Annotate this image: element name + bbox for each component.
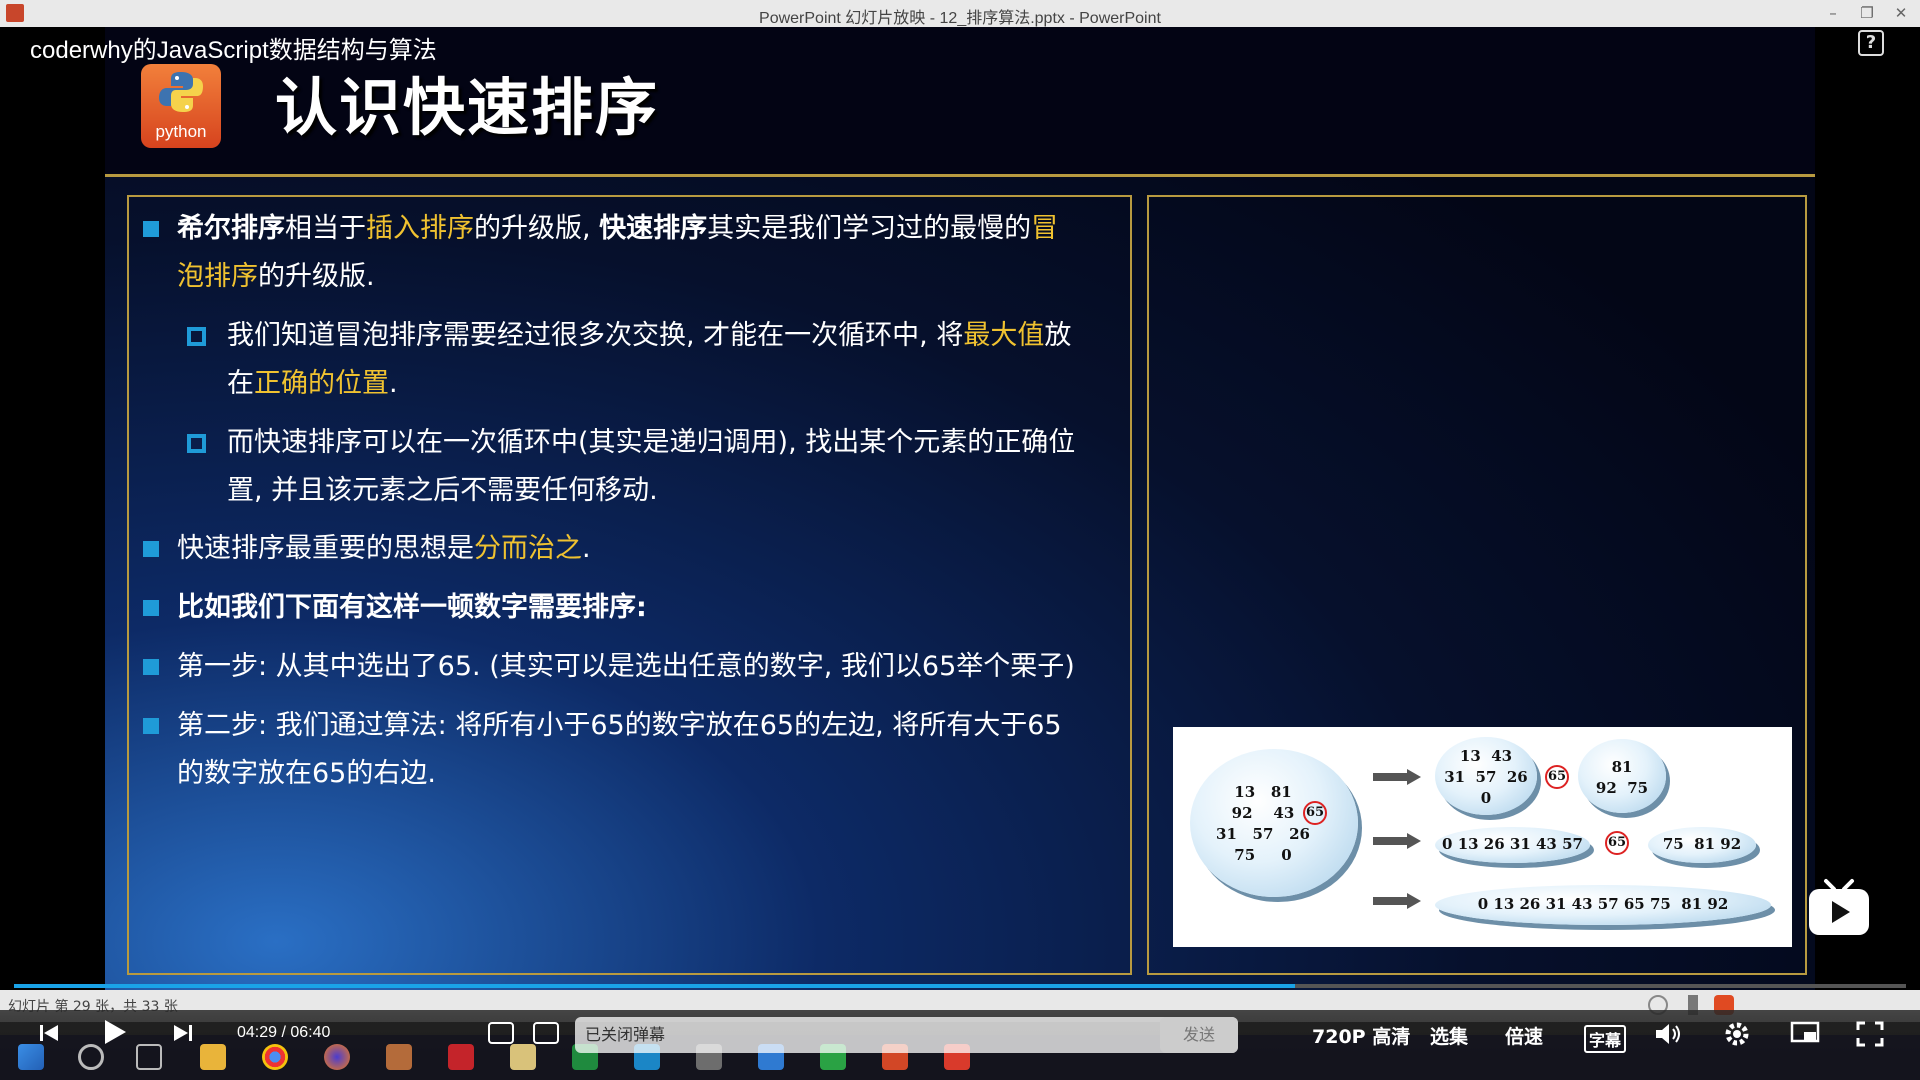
danmaku-settings-icon[interactable] — [533, 1022, 559, 1044]
python-logo-icon: python — [141, 64, 221, 148]
text: . — [582, 533, 591, 564]
pivot-circle: 65 — [1303, 801, 1327, 825]
video-progress-fill — [14, 984, 1295, 988]
window-titlebar: PowerPoint 幻灯片放映 - 12_排序算法.pptx - PowerP… — [0, 0, 1920, 27]
bullet-example: 比如我们下面有这样一顿数字需要排序: — [143, 584, 1122, 632]
chrome-icon[interactable] — [262, 1044, 288, 1070]
subbullet-bubble-sort: 我们知道冒泡排序需要经过很多次交换, 才能在一次循环中, 将最大值放在正确的位置… — [187, 312, 1127, 408]
text: 比如我们下面有这样一顿数字需要排序: — [177, 592, 647, 623]
text: 在 — [227, 368, 254, 399]
fullscreen-icon[interactable] — [1856, 1021, 1884, 1047]
bullet-marker-icon — [143, 221, 159, 237]
search-icon[interactable] — [78, 1044, 104, 1070]
subbullet-quick-sort: 而快速排序可以在一次循环中(其实是递归调用), 找出某个元素的正确位 置, 并且该… — [187, 419, 1127, 515]
initial-numbers: 13 81 92 43 31 57 26 75 0 — [1216, 783, 1310, 864]
highlight-correct-position: 正确的位置 — [254, 368, 389, 399]
arrow-icon — [1373, 833, 1421, 849]
text: 我们知道冒泡排序需要经过很多次交换, 才能在一次循环中, 将 — [227, 320, 964, 351]
bullet-marker-icon — [143, 600, 159, 616]
row3-numbers: 0 13 26 31 43 57 65 75 81 92 — [1477, 895, 1729, 913]
file-explorer-icon[interactable] — [200, 1044, 226, 1070]
firefox-icon[interactable] — [324, 1044, 350, 1070]
subbullet-marker-icon — [187, 327, 206, 346]
arrow-icon — [1373, 769, 1421, 785]
speed-button[interactable]: 倍速 — [1505, 1022, 1543, 1049]
course-title: coderwhy的JavaScript数据结构与算法 — [30, 37, 437, 64]
quicksort-diagram: 13 81 92 43 31 57 26 75 0 65 13 43 31 57… — [1173, 727, 1792, 947]
danmaku-input[interactable]: 已关闭弹幕 — [575, 1017, 1238, 1053]
bullet-marker-icon — [143, 659, 159, 675]
volume-icon[interactable] — [1654, 1021, 1682, 1047]
pivot-circle: 65 — [1605, 831, 1629, 855]
python-snake-icon — [159, 72, 203, 112]
row1-left-numbers: 13 43 31 57 26 0 — [1444, 747, 1528, 807]
header-divider — [105, 174, 1815, 177]
app-pen-icon[interactable] — [386, 1044, 412, 1070]
picture-in-picture-icon[interactable] — [1790, 1021, 1820, 1047]
text: 第一步: 从其中选出了65. (其实可以是选出任意的数字, 我们以65举个栗子) — [177, 651, 1075, 682]
text: 相当于 — [285, 213, 366, 244]
text: . — [389, 368, 398, 399]
slide-title: 认识快速排序 — [275, 71, 660, 144]
windows-start-icon[interactable] — [18, 1044, 44, 1070]
highlight-max-value: 最大值 — [963, 320, 1045, 351]
python-logo-text: python — [155, 122, 207, 141]
previous-icon[interactable] — [38, 1022, 60, 1044]
bullet-shell-vs-quick: 希尔排序相当于插入排序的升级版, 快速排序其实是我们学习过的最慢的冒泡排序的升级… — [143, 205, 1122, 301]
text: 的升级版. — [258, 261, 375, 292]
bullet-step-two: 第二步: 我们通过算法: 将所有小于65的数字放在65的左边, 将所有大于65 的… — [143, 702, 1122, 798]
bilibili-tv-icon[interactable] — [1806, 877, 1872, 939]
episodes-button[interactable]: 选集 — [1430, 1022, 1468, 1049]
row2-right-numbers: 75 81 92 — [1662, 835, 1742, 853]
text-line-2: 置, 并且该元素之后不需要任何移动. — [227, 475, 658, 506]
pivot-circle: 65 — [1545, 765, 1569, 789]
text: 放 — [1044, 320, 1072, 351]
row1-right-numbers: 81 92 75 — [1595, 758, 1649, 797]
arrow-icon — [1373, 893, 1421, 909]
danmaku-toggle-icon[interactable] — [488, 1022, 514, 1044]
close-button[interactable]: ✕ — [1888, 2, 1914, 24]
bullet-divide-conquer: 快速排序最重要的思想是分而治之. — [143, 525, 1122, 573]
bullet-step-one: 第一步: 从其中选出了65. (其实可以是选出任意的数字, 我们以65举个栗子) — [143, 643, 1122, 691]
help-icon[interactable]: ? — [1858, 30, 1884, 56]
text-quick-sort: 快速排序 — [599, 213, 708, 244]
next-icon[interactable] — [172, 1022, 194, 1044]
restore-button[interactable]: ❐ — [1854, 2, 1880, 24]
app-folder-icon[interactable] — [510, 1044, 536, 1070]
text-line-2: 的数字放在65的右边. — [177, 758, 436, 789]
text: 的升级版, — [474, 213, 600, 244]
text-shell-sort: 希尔排序 — [177, 213, 285, 244]
send-button[interactable]: 发送 — [1160, 1017, 1238, 1053]
video-progress-bar[interactable] — [14, 984, 1906, 988]
task-view-icon[interactable] — [136, 1044, 162, 1070]
window-title: PowerPoint 幻灯片放映 - 12_排序算法.pptx - PowerP… — [759, 10, 1161, 27]
settings-gear-icon[interactable] — [1723, 1020, 1751, 1048]
row2-left-numbers: 0 13 26 31 43 57 — [1442, 835, 1583, 853]
play-icon[interactable] — [100, 1018, 128, 1046]
subtitle-button[interactable]: 字幕 — [1584, 1025, 1627, 1053]
text-line-1: 而快速排序可以在一次循环中(其实是递归调用), 找出某个元素的正确位 — [227, 427, 1076, 458]
text-line-1: 第二步: 我们通过算法: 将所有小于65的数字放在65的左边, 将所有大于65 — [177, 710, 1062, 741]
bullet-marker-icon — [143, 541, 159, 557]
subbullet-marker-icon — [187, 434, 206, 453]
highlight-bubble-sort-b: 泡排序 — [177, 261, 258, 292]
minimize-button[interactable]: – — [1820, 2, 1846, 24]
text: 快速排序最重要的思想是 — [177, 533, 474, 564]
playback-time: 04:29 / 06:40 — [237, 1024, 331, 1041]
text: 其实是我们学习过的最慢的 — [707, 213, 1032, 244]
highlight-divide-conquer: 分而治之 — [474, 533, 582, 564]
app-youdao-icon[interactable] — [448, 1044, 474, 1070]
quality-button[interactable]: 720P 高清 — [1312, 1022, 1410, 1049]
bullet-marker-icon — [143, 718, 159, 734]
highlight-insertion-sort: 插入排序 — [366, 213, 474, 244]
highlight-bubble-sort-a: 冒 — [1031, 213, 1059, 244]
